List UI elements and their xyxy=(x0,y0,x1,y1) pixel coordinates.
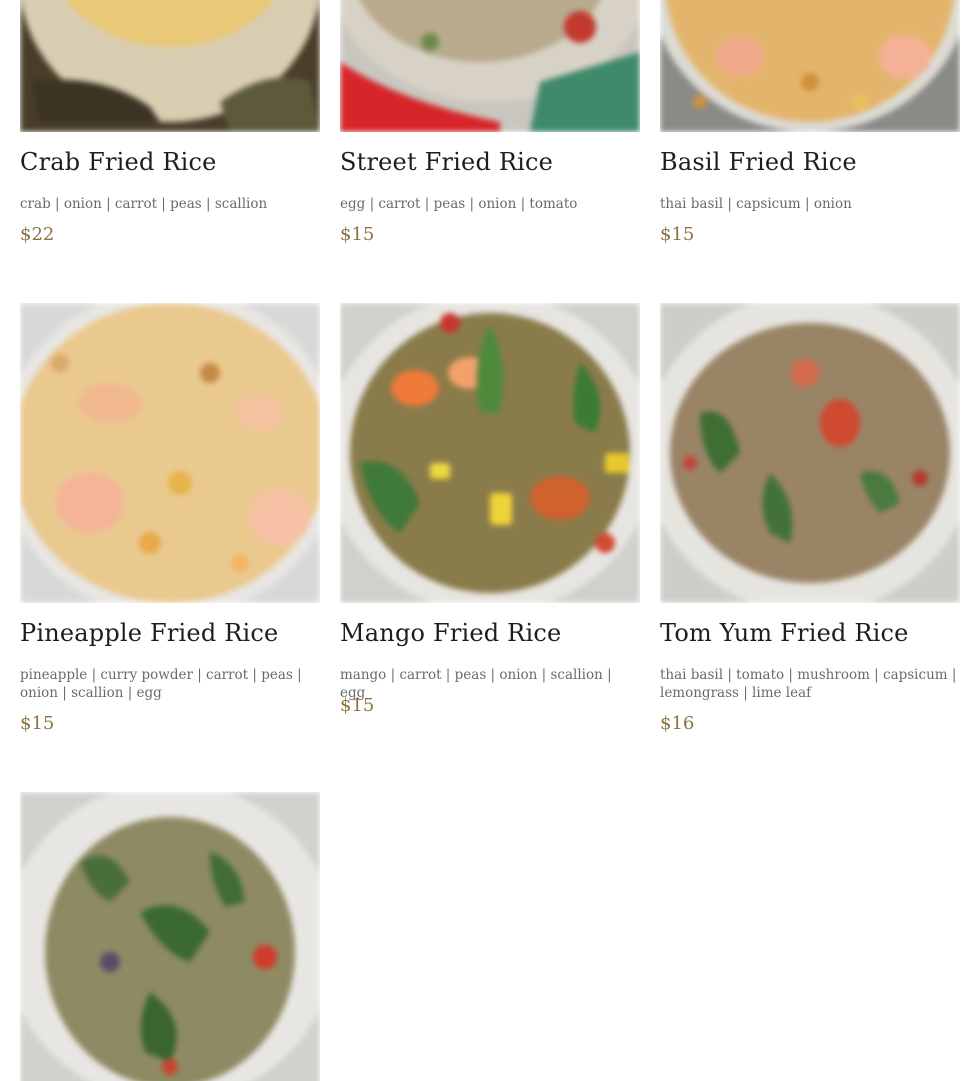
dish-ingredients: pineapple | curry powder | carrot | peas… xyxy=(20,667,302,701)
menu-item-crab-fried-rice[interactable] xyxy=(20,0,320,132)
fried-rice-photo-icon xyxy=(340,0,640,132)
dish-photo[interactable] xyxy=(20,303,320,603)
dish-photo[interactable] xyxy=(340,303,640,603)
dish-photo[interactable] xyxy=(660,303,960,603)
fried-rice-photo-icon xyxy=(20,0,320,132)
dish-price: $15 xyxy=(340,224,375,245)
dish-name: Tom Yum Fried Rice xyxy=(660,619,909,647)
dish-price: $15 xyxy=(20,713,55,734)
dish-name: Pineapple Fried Rice xyxy=(20,619,279,647)
fried-rice-photo-icon xyxy=(20,303,320,603)
dish-name: Crab Fried Rice xyxy=(20,148,217,176)
dish-name: Mango Fried Rice xyxy=(340,619,562,647)
dish-ingredients: mango | carrot | peas | onion | scallion… xyxy=(340,667,612,701)
menu-item-tom-yum-fried-rice[interactable] xyxy=(660,303,960,603)
menu-item-mango-fried-rice[interactable] xyxy=(340,303,640,603)
dish-price: $16 xyxy=(660,713,695,734)
menu-item-pineapple-fried-rice[interactable] xyxy=(20,303,320,603)
dish-name: Street Fried Rice xyxy=(340,148,554,176)
dish-name: Basil Fried Rice xyxy=(660,148,857,176)
dish-price: $22 xyxy=(20,224,55,245)
menu-item-fried-rice[interactable] xyxy=(20,792,320,1081)
dish-price: $15 xyxy=(340,695,375,716)
dish-price: $15 xyxy=(660,224,695,245)
dish-photo[interactable] xyxy=(20,0,320,132)
menu-item-street-fried-rice[interactable] xyxy=(340,0,640,132)
fried-rice-photo-icon xyxy=(340,303,640,603)
dish-ingredients: egg | carrot | peas | onion | tomato xyxy=(340,196,578,212)
dish-ingredients: thai basil | capsicum | onion xyxy=(660,196,852,212)
dish-ingredients: thai basil | tomato | mushroom | capsicu… xyxy=(660,667,957,701)
menu-item-basil-fried-rice[interactable] xyxy=(660,0,960,132)
dish-photo[interactable] xyxy=(660,0,960,132)
fried-rice-photo-icon xyxy=(660,303,960,603)
dish-photo[interactable] xyxy=(20,792,320,1081)
dish-photo[interactable] xyxy=(340,0,640,132)
fried-rice-photo-icon xyxy=(660,0,960,132)
fried-rice-photo-icon xyxy=(20,792,320,1081)
dish-ingredients: crab | onion | carrot | peas | scallion xyxy=(20,196,268,212)
